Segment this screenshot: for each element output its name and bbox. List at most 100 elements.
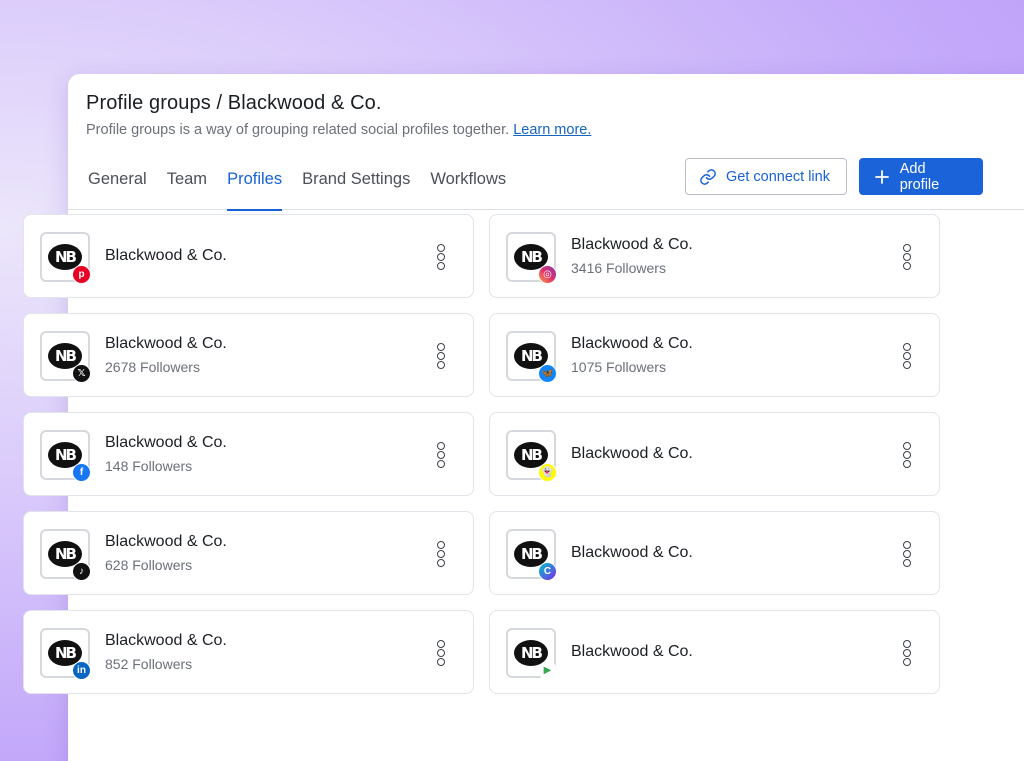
more-dot <box>437 352 445 360</box>
profile-card[interactable]: NB f Blackwood & Co. 148 Followers <box>23 412 474 496</box>
more-dot <box>437 442 445 450</box>
more-dot <box>437 262 445 270</box>
profile-followers: 1075 Followers <box>571 359 666 375</box>
bluesky-icon: 🦋 <box>538 364 557 383</box>
profile-name: Blackwood & Co. <box>571 445 693 462</box>
profile-info: Blackwood & Co. 148 Followers <box>105 434 227 474</box>
more-dot <box>437 343 445 351</box>
profile-info: Blackwood & Co. <box>571 445 693 463</box>
profile-card[interactable]: NB p Blackwood & Co. <box>23 214 474 298</box>
tab-workflows[interactable]: Workflows <box>430 164 506 210</box>
profile-name: Blackwood & Co. <box>105 335 227 352</box>
profile-followers: 2678 Followers <box>105 359 200 375</box>
profile-name: Blackwood & Co. <box>105 434 227 451</box>
more-dot <box>903 451 911 459</box>
profile-info: Blackwood & Co. 852 Followers <box>105 632 227 672</box>
profile-followers: 3416 Followers <box>571 260 666 276</box>
more-dot <box>437 451 445 459</box>
profile-info: Blackwood & Co. 1075 Followers <box>571 335 693 375</box>
linkedin-icon: in <box>72 661 91 680</box>
profile-card[interactable]: NB ▶ Blackwood & Co. <box>489 610 940 694</box>
snapchat-icon: 👻 <box>538 463 557 482</box>
link-icon <box>698 167 718 187</box>
profile-card[interactable]: NB ♪ Blackwood & Co. 628 Followers <box>23 511 474 595</box>
profile-name: Blackwood & Co. <box>571 544 693 561</box>
profile-card[interactable]: NB C Blackwood & Co. <box>489 511 940 595</box>
tab-profiles[interactable]: Profiles <box>227 164 283 211</box>
profile-info: Blackwood & Co. <box>571 643 693 661</box>
x-icon: 𝕏 <box>72 364 91 383</box>
more-dot <box>437 460 445 468</box>
more-dot <box>903 559 911 567</box>
more-dot <box>903 361 911 369</box>
profile-card[interactable]: NB 𝕏 Blackwood & Co. 2678 Followers <box>23 313 474 397</box>
more-dot <box>903 253 911 261</box>
subtitle-text: Profile groups is a way of grouping rela… <box>86 122 510 138</box>
more-options-icon[interactable] <box>901 442 913 468</box>
more-dot <box>437 559 445 567</box>
page-header: Profile groups / Blackwood & Co. Profile… <box>68 74 1024 138</box>
more-dot <box>437 649 445 657</box>
more-dot <box>437 253 445 261</box>
more-options-icon[interactable] <box>435 244 447 270</box>
pinterest-icon: p <box>72 265 91 284</box>
tiktok-icon: ♪ <box>72 562 91 581</box>
more-dot <box>437 550 445 558</box>
profile-card[interactable]: NB in Blackwood & Co. 852 Followers <box>23 610 474 694</box>
profile-info: Blackwood & Co. 2678 Followers <box>105 335 227 375</box>
more-options-icon[interactable] <box>435 541 447 567</box>
page-subtitle: Profile groups is a way of grouping rela… <box>86 122 1024 138</box>
profile-followers: 628 Followers <box>105 557 193 573</box>
profile-info: Blackwood & Co. <box>105 247 227 265</box>
tab-team[interactable]: Team <box>167 164 207 210</box>
profile-name: Blackwood & Co. <box>571 643 693 660</box>
more-dot <box>437 640 445 648</box>
more-dot <box>903 244 911 252</box>
more-options-icon[interactable] <box>435 442 447 468</box>
canva-icon: C <box>538 562 557 581</box>
profile-info: Blackwood & Co. <box>571 544 693 562</box>
profile-name: Blackwood & Co. <box>105 533 227 550</box>
profile-card[interactable]: NB 🦋 Blackwood & Co. 1075 Followers <box>489 313 940 397</box>
more-options-icon[interactable] <box>901 343 913 369</box>
learn-more-link[interactable]: Learn more. <box>513 122 591 138</box>
more-dot <box>903 550 911 558</box>
more-dot <box>437 244 445 252</box>
profile-followers: 148 Followers <box>105 458 193 474</box>
more-dot <box>903 649 911 657</box>
google-play-icon: ▶ <box>538 661 557 680</box>
facebook-icon: f <box>72 463 91 482</box>
tab-brand-settings[interactable]: Brand Settings <box>302 164 410 210</box>
add-profile-label: Add profile <box>899 160 940 193</box>
more-dot <box>903 343 911 351</box>
get-connect-link-label: Get connect link <box>726 168 830 185</box>
page-title: Profile groups / Blackwood & Co. <box>86 92 382 114</box>
profile-card[interactable]: NB ◎ Blackwood & Co. 3416 Followers <box>489 214 940 298</box>
more-dot <box>903 262 911 270</box>
profile-name: Blackwood & Co. <box>571 236 693 253</box>
more-dot <box>437 361 445 369</box>
more-options-icon[interactable] <box>901 244 913 270</box>
profile-grid: NB p Blackwood & Co. NB ◎ Blackwood & Co. 3416… <box>23 214 940 694</box>
more-dot <box>903 352 911 360</box>
more-dot <box>437 658 445 666</box>
plus-icon <box>872 167 892 187</box>
add-profile-button[interactable]: Add profile <box>859 158 983 195</box>
more-options-icon[interactable] <box>901 541 913 567</box>
more-dot <box>903 541 911 549</box>
more-dot <box>903 442 911 450</box>
profile-name: Blackwood & Co. <box>105 632 227 649</box>
profile-name: Blackwood & Co. <box>571 335 693 352</box>
get-connect-link-button[interactable]: Get connect link <box>685 158 847 195</box>
tab-general[interactable]: General <box>88 164 147 210</box>
profile-name: Blackwood & Co. <box>105 247 227 264</box>
profile-info: Blackwood & Co. 3416 Followers <box>571 236 693 276</box>
more-dot <box>903 640 911 648</box>
profile-actions: Get connect link Add profile <box>685 158 983 195</box>
more-options-icon[interactable] <box>435 343 447 369</box>
instagram-icon: ◎ <box>538 265 557 284</box>
more-dot <box>903 658 911 666</box>
more-options-icon[interactable] <box>435 640 447 666</box>
profile-card[interactable]: NB 👻 Blackwood & Co. <box>489 412 940 496</box>
more-options-icon[interactable] <box>901 640 913 666</box>
